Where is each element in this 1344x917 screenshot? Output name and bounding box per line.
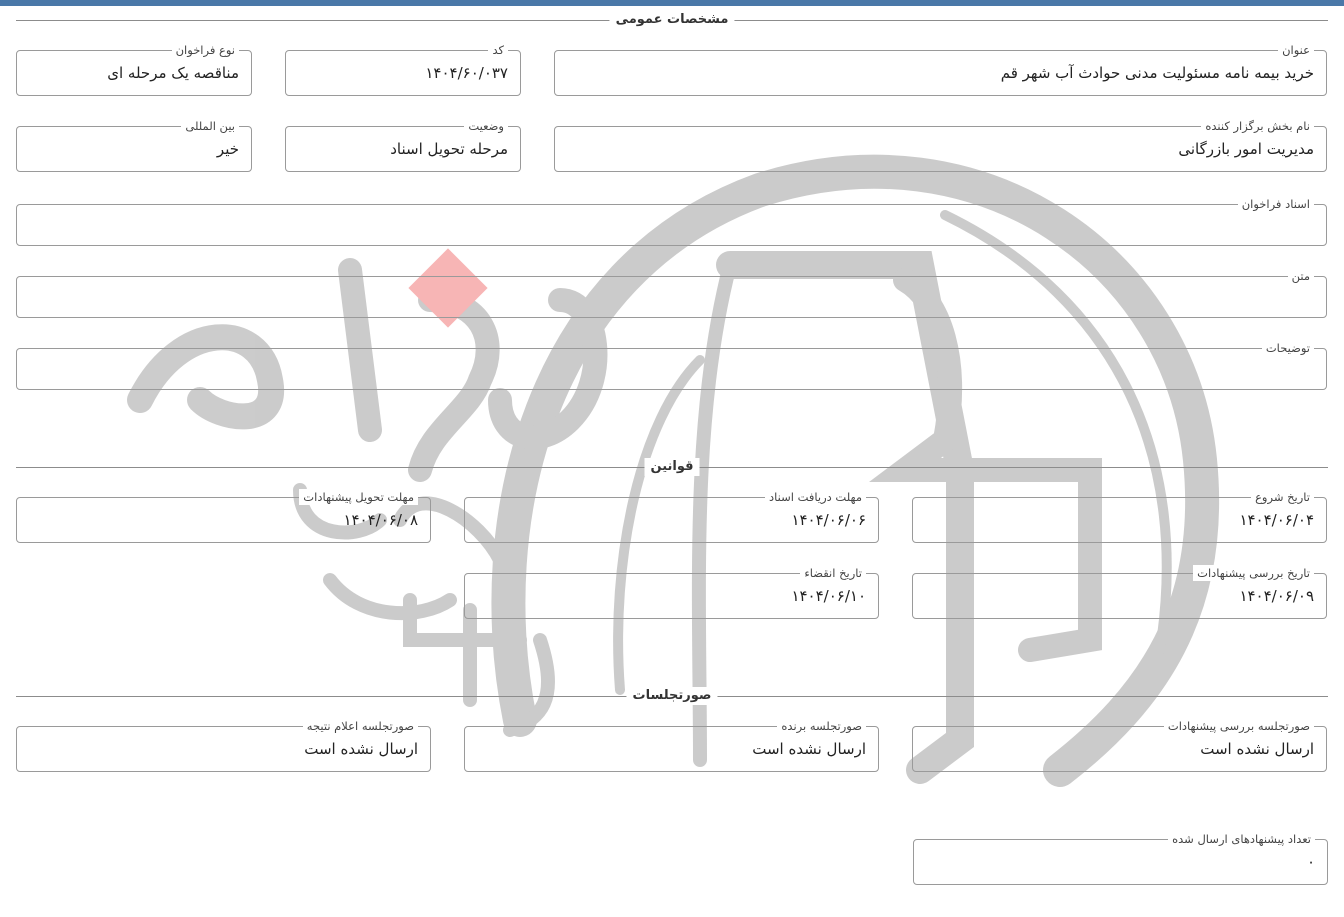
doc-receive-deadline-field[interactable]: مهلت دریافت اسناد ۱۴۰۴/۰۶/۰۶	[464, 489, 879, 543]
result-minutes-field[interactable]: صورتجلسه اعلام نتیجه ارسال نشده است	[16, 718, 431, 772]
organizer-field[interactable]: نام بخش برگزار کننده مدیریت امور بازرگان…	[554, 118, 1327, 172]
section-title-general: مشخصات عمومی	[609, 11, 735, 29]
status-value: مرحله تحویل اسناد	[390, 140, 508, 158]
offers-count-value: ۰	[1306, 853, 1315, 871]
description-label: توضیحات	[1261, 340, 1314, 356]
doc-receive-deadline-label: مهلت دریافت اسناد	[765, 489, 866, 505]
winner-minutes-label: صورتجلسه برنده	[777, 718, 866, 734]
title-value: خرید بیمه نامه مسئولیت مدنی حوادث آب شهر…	[1000, 64, 1314, 82]
winner-minutes-field[interactable]: صورتجلسه برنده ارسال نشده است	[464, 718, 879, 772]
offer-review-minutes-label: صورتجلسه بررسی پیشنهادات	[1163, 718, 1314, 734]
start-date-label: تاریخ شروع	[1251, 489, 1314, 505]
code-value: ۱۴۰۴/۶۰/۰۳۷	[425, 64, 508, 82]
organizer-value: مدیریت امور بازرگانی	[1178, 140, 1314, 158]
text-label: متن	[1287, 268, 1314, 284]
offer-review-date-field[interactable]: تاریخ بررسی پیشنهادات ۱۴۰۴/۰۶/۰۹	[912, 565, 1327, 619]
offer-delivery-deadline-field[interactable]: مهلت تحویل پیشنهادات ۱۴۰۴/۰۶/۰۸	[16, 489, 431, 543]
documents-label: اسناد فراخوان	[1237, 196, 1314, 212]
international-field[interactable]: بین المللی خیر	[16, 118, 252, 172]
expiry-date-field[interactable]: تاریخ انقضاء ۱۴۰۴/۰۶/۱۰	[464, 565, 879, 619]
code-field[interactable]: کد ۱۴۰۴/۶۰/۰۳۷	[285, 42, 521, 96]
offer-review-minutes-field[interactable]: صورتجلسه بررسی پیشنهادات ارسال نشده است	[912, 718, 1327, 772]
code-label: کد	[488, 42, 508, 58]
result-minutes-value: ارسال نشده است	[304, 740, 418, 758]
status-field[interactable]: وضعیت مرحله تحویل اسناد	[285, 118, 521, 172]
international-label: بین المللی	[181, 118, 239, 134]
call-type-value: مناقصه یک مرحله ای	[107, 64, 239, 82]
offer-review-minutes-value: ارسال نشده است	[1200, 740, 1314, 758]
expiry-date-label: تاریخ انقضاء	[800, 565, 866, 581]
start-date-field[interactable]: تاریخ شروع ۱۴۰۴/۰۶/۰۴	[912, 489, 1327, 543]
title-label: عنوان	[1278, 42, 1314, 58]
start-date-value: ۱۴۰۴/۰۶/۰۴	[1239, 511, 1314, 529]
organizer-label: نام بخش برگزار کننده	[1201, 118, 1314, 134]
expiry-date-value: ۱۴۰۴/۰۶/۱۰	[791, 587, 866, 605]
doc-receive-deadline-value: ۱۴۰۴/۰۶/۰۶	[791, 511, 866, 529]
offers-count-label: تعداد پیشنهادهای ارسال شده	[1168, 831, 1315, 847]
description-field[interactable]: توضیحات	[16, 340, 1327, 390]
title-field[interactable]: عنوان خرید بیمه نامه مسئولیت مدنی حوادث …	[554, 42, 1327, 96]
result-minutes-label: صورتجلسه اعلام نتیجه	[302, 718, 418, 734]
offer-delivery-deadline-value: ۱۴۰۴/۰۶/۰۸	[343, 511, 418, 529]
text-field[interactable]: متن	[16, 268, 1327, 318]
international-value: خیر	[216, 140, 239, 158]
call-type-field[interactable]: نوع فراخوان مناقصه یک مرحله ای	[16, 42, 252, 96]
section-title-rules: قوانین	[644, 458, 700, 476]
section-title-minutes: صورتجلسات	[626, 687, 718, 705]
winner-minutes-value: ارسال نشده است	[752, 740, 866, 758]
offer-review-date-value: ۱۴۰۴/۰۶/۰۹	[1239, 587, 1314, 605]
offer-review-date-label: تاریخ بررسی پیشنهادات	[1193, 565, 1314, 581]
status-label: وضعیت	[464, 118, 508, 134]
documents-field[interactable]: اسناد فراخوان	[16, 196, 1327, 246]
offers-count-field[interactable]: تعداد پیشنهادهای ارسال شده ۰	[913, 831, 1328, 885]
call-type-label: نوع فراخوان	[171, 42, 239, 58]
offer-delivery-deadline-label: مهلت تحویل پیشنهادات	[299, 489, 418, 505]
top-bar	[0, 0, 1344, 6]
